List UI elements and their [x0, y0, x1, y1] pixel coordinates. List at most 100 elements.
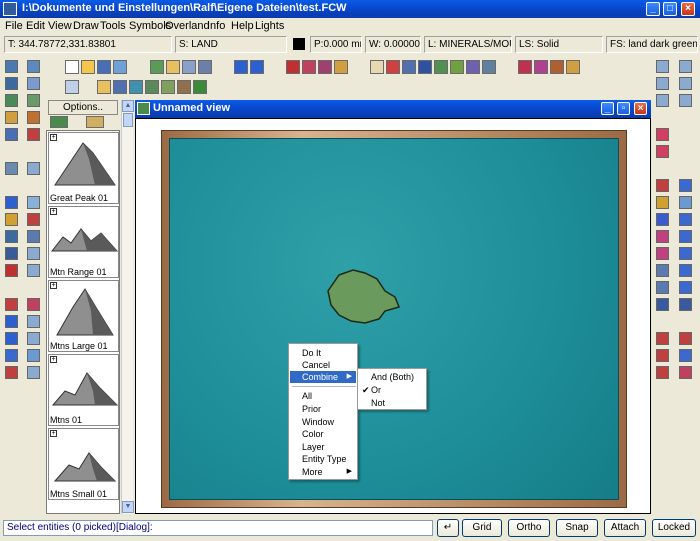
stretch-tool-icon[interactable]: [27, 247, 40, 260]
undo-icon[interactable]: [234, 60, 248, 74]
menu-combine[interactable]: Combine ▶: [290, 371, 356, 383]
terrain-tool-icon[interactable]: [5, 94, 18, 107]
clipboard-icon[interactable]: [334, 60, 348, 74]
scroll-thumb[interactable]: [123, 113, 133, 127]
folder-icon[interactable]: [166, 60, 180, 74]
symbol-tile[interactable]: + Mtn Range 01: [48, 206, 119, 278]
scale-tool-icon[interactable]: [27, 264, 40, 277]
symbol-tile[interactable]: + Mtns Large 01: [48, 280, 119, 352]
ortho-button[interactable]: Ortho: [508, 519, 550, 537]
circle-draw-icon[interactable]: [679, 213, 692, 226]
zoom-in-icon[interactable]: [679, 60, 692, 73]
erase-tool-icon[interactable]: [5, 264, 18, 277]
menu-view[interactable]: View: [48, 20, 72, 32]
delete-icon[interactable]: [318, 60, 332, 74]
open-catalog-icon[interactable]: [86, 116, 104, 128]
redraw-icon[interactable]: [656, 94, 669, 107]
width-field[interactable]: W: 0.00000: [365, 36, 421, 53]
arc-draw-icon[interactable]: [656, 230, 669, 243]
menu-all[interactable]: All: [290, 390, 356, 402]
road-icon[interactable]: [113, 80, 127, 94]
submenu-not[interactable]: Not: [359, 397, 425, 409]
redo-icon[interactable]: [250, 60, 264, 74]
paint-tool-icon[interactable]: [27, 77, 40, 90]
catalog-icon[interactable]: [50, 116, 68, 128]
dim-diag-icon[interactable]: [656, 366, 669, 379]
cut-icon[interactable]: [286, 60, 300, 74]
brush-tool-icon[interactable]: [27, 128, 40, 141]
window-tool-icon[interactable]: [27, 162, 40, 175]
frame-tool-icon[interactable]: [27, 315, 40, 328]
menu-edit[interactable]: Edit: [26, 20, 45, 32]
save-tool-icon[interactable]: [5, 128, 18, 141]
new-file-icon[interactable]: [65, 60, 79, 74]
zoom-window-icon[interactable]: [656, 60, 669, 73]
layer-tool-icon[interactable]: [5, 77, 18, 90]
text-icon[interactable]: [370, 60, 384, 74]
pen-field[interactable]: P:0.000 mm: [310, 36, 362, 53]
options-button[interactable]: Options..: [48, 100, 118, 115]
arc2-draw-icon[interactable]: [679, 230, 692, 243]
menu-color[interactable]: Color: [290, 428, 356, 440]
tools-icon[interactable]: [27, 111, 40, 124]
open-file-icon[interactable]: [81, 60, 95, 74]
view-close-button[interactable]: ×: [634, 102, 647, 115]
forest-icon[interactable]: [193, 80, 207, 94]
mirror-tool-icon[interactable]: [5, 332, 18, 345]
attach-button[interactable]: Attach: [604, 519, 646, 537]
star-draw-icon[interactable]: [679, 264, 692, 277]
polygon-draw-icon[interactable]: [679, 196, 692, 209]
sheet-field[interactable]: S: LAND: [175, 36, 287, 53]
close-button[interactable]: ×: [681, 2, 695, 16]
scroll-up-icon[interactable]: ▲: [122, 100, 134, 112]
grid-tool-icon[interactable]: [27, 230, 40, 243]
dim-cross-icon[interactable]: [679, 349, 692, 362]
list-tool-icon[interactable]: [27, 332, 40, 345]
group-tool-icon[interactable]: [27, 349, 40, 362]
grid-icon[interactable]: [534, 60, 548, 74]
enter-button[interactable]: ↵: [437, 519, 459, 537]
line-tool-icon[interactable]: [5, 366, 18, 379]
menu-overland[interactable]: Overland: [165, 20, 210, 32]
point-draw-icon[interactable]: [656, 264, 669, 277]
layer-on-icon[interactable]: [656, 128, 669, 141]
maximize-button[interactable]: □: [663, 2, 677, 16]
figure-icon[interactable]: [418, 60, 432, 74]
sun-icon[interactable]: [566, 60, 580, 74]
weather-icon[interactable]: [482, 60, 496, 74]
box-draw-icon[interactable]: [679, 179, 692, 192]
print-icon[interactable]: [198, 60, 212, 74]
cross-tool-icon[interactable]: [27, 366, 40, 379]
box-tool-icon[interactable]: [5, 349, 18, 362]
scroll-down-icon[interactable]: ▼: [122, 501, 134, 513]
grid-button[interactable]: Grid: [462, 519, 502, 537]
layer-off-icon[interactable]: [656, 145, 669, 158]
zoom-prev-icon[interactable]: [679, 94, 692, 107]
expand-icon[interactable]: +: [50, 356, 57, 363]
dim-circle-icon[interactable]: [679, 366, 692, 379]
fill-icon[interactable]: [518, 60, 532, 74]
save-all-icon[interactable]: [113, 60, 127, 74]
command-prompt[interactable]: Select entities (0 picked)[Dialog]:: [3, 520, 433, 536]
mountain-icon[interactable]: [177, 80, 191, 94]
save-icon[interactable]: [97, 60, 111, 74]
symbol-tile[interactable]: + Great Peak 01: [48, 132, 119, 204]
rotate-tool-icon[interactable]: [5, 196, 18, 209]
fractal-draw-icon[interactable]: [656, 247, 669, 260]
brick-icon[interactable]: [550, 60, 564, 74]
curve-draw-icon[interactable]: [656, 213, 669, 226]
expand-icon[interactable]: +: [50, 430, 57, 437]
river-icon[interactable]: [129, 80, 143, 94]
menu-layer[interactable]: Layer: [290, 441, 356, 453]
zoom-extents-icon[interactable]: [656, 77, 669, 90]
land-tool-icon[interactable]: [27, 94, 40, 107]
menu-entity-type[interactable]: Entity Type: [290, 453, 356, 465]
menu-help[interactable]: Help: [231, 20, 254, 32]
fillstyle-field[interactable]: FS: land dark green Bitr: [606, 36, 698, 53]
coast-icon[interactable]: [145, 80, 159, 94]
number-draw-icon[interactable]: [656, 281, 669, 294]
menu-tools[interactable]: Tools: [100, 20, 126, 32]
snap-button[interactable]: Snap: [556, 519, 598, 537]
menu-info[interactable]: Info: [207, 20, 225, 32]
minimize-button[interactable]: _: [646, 2, 660, 16]
